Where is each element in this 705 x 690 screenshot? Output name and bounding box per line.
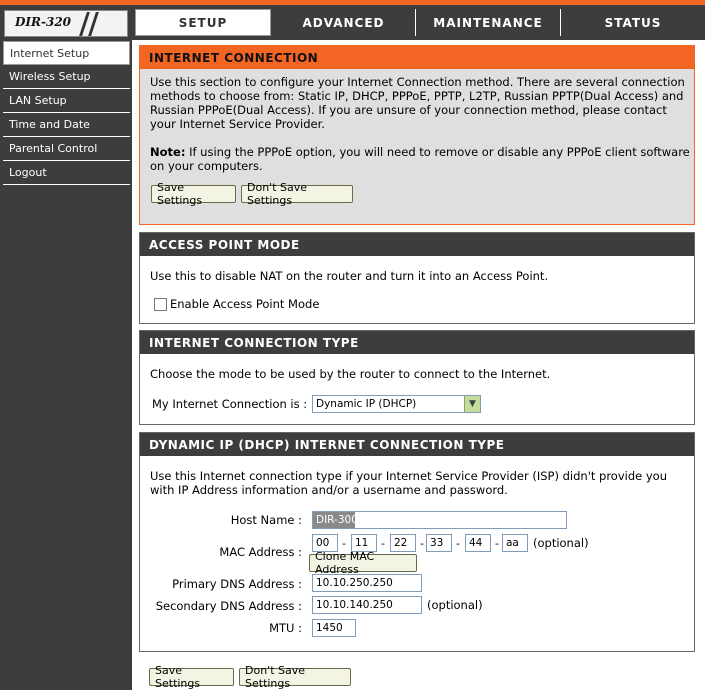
dhcp-panel: DYNAMIC IP (DHCP) INTERNET CONNECTION TY…	[139, 432, 695, 652]
logo-slash-2	[88, 12, 99, 36]
sidebar-item-label: LAN Setup	[9, 94, 67, 107]
bottom-save-settings-button[interactable]: Save Settings	[149, 664, 234, 690]
select-label: My Internet Connection is :	[152, 397, 308, 411]
panel-description: Use this to disable NAT on the router an…	[150, 269, 549, 283]
panel-title: INTERNET CONNECTION TYPE	[140, 331, 694, 354]
access-point-panel: ACCESS POINT MODE Use this to disable NA…	[139, 232, 695, 324]
tab-advanced[interactable]: ADVANCED	[272, 9, 415, 36]
mac-separator: -	[495, 537, 499, 550]
panel-description: Use this section to configure your Inter…	[150, 75, 685, 131]
save-settings-button[interactable]: Save Settings	[151, 181, 236, 207]
mac-octet-5[interactable]	[465, 534, 491, 552]
sidebar-item-label: Parental Control	[9, 142, 98, 155]
model-name: DIR-320	[15, 15, 72, 29]
sidebar-item-logout[interactable]: Logout	[3, 161, 130, 185]
mac-separator: -	[342, 537, 346, 550]
sidebar-item-wireless-setup[interactable]: Wireless Setup	[3, 65, 130, 89]
selected-value: Dynamic IP (DHCP)	[316, 398, 417, 410]
primary-dns-input[interactable]	[312, 574, 422, 592]
sidebar-item-label: Wireless Setup	[9, 70, 91, 83]
tab-setup[interactable]: SETUP	[135, 9, 271, 36]
checkbox-label: Enable Access Point Mode	[170, 297, 320, 311]
side-menu: Internet Setup Wireless Setup LAN Setup …	[3, 41, 130, 185]
internet-connection-panel: INTERNET CONNECTION Use this section to …	[139, 45, 695, 225]
sidebar-item-parental-control[interactable]: Parental Control	[3, 137, 130, 161]
note-label: Note:	[150, 145, 186, 159]
connection-type-select[interactable]: Dynamic IP (DHCP) ▼	[312, 395, 481, 413]
secondary-dns-input[interactable]	[312, 596, 422, 614]
primary-dns-label: Primary DNS Address :	[172, 577, 302, 591]
tab-status[interactable]: STATUS	[560, 9, 705, 36]
sidebar-item-label: Time and Date	[9, 118, 90, 131]
mac-separator: -	[456, 537, 460, 550]
panel-description: Choose the mode to be used by the router…	[150, 367, 551, 381]
sidebar-item-label: Internet Setup	[10, 46, 90, 60]
mac-separator: -	[420, 537, 424, 550]
panel-title: ACCESS POINT MODE	[140, 233, 694, 256]
panel-title: INTERNET CONNECTION	[140, 46, 694, 69]
bottom-dont-save-settings-button[interactable]: Don't Save Settings	[239, 664, 351, 690]
mac-address-label: MAC Address :	[219, 545, 302, 559]
mac-separator: -	[381, 537, 385, 550]
enable-access-point-checkbox[interactable]	[154, 298, 167, 311]
sidebar-item-internet-setup[interactable]: Internet Setup	[3, 41, 130, 65]
connection-type-panel: INTERNET CONNECTION TYPE Choose the mode…	[139, 330, 695, 425]
host-name-input[interactable]	[312, 511, 567, 529]
sidebar-item-label: Logout	[9, 166, 47, 179]
host-name-label: Host Name :	[230, 513, 302, 527]
secondary-dns-label: Secondary DNS Address :	[155, 599, 302, 613]
clone-mac-address-button[interactable]: Clone MAC Address	[309, 550, 417, 576]
mac-optional-label: (optional)	[533, 536, 589, 550]
chevron-down-icon[interactable]: ▼	[464, 396, 480, 412]
panel-title: DYNAMIC IP (DHCP) INTERNET CONNECTION TY…	[140, 433, 694, 456]
model-logo: DIR-320	[4, 10, 128, 37]
top-nav-tabs: SETUP ADVANCED MAINTENANCE STATUS	[132, 5, 705, 40]
mtu-input[interactable]	[312, 619, 356, 637]
dns-optional-label: (optional)	[427, 598, 483, 612]
panel-description: Use this Internet connection type if you…	[150, 469, 667, 497]
note-text: If using the PPPoE option, you will need…	[150, 145, 690, 173]
mac-octet-6[interactable]	[502, 534, 528, 552]
dont-save-settings-button[interactable]: Don't Save Settings	[241, 181, 353, 207]
pppoe-note: Note: If using the PPPoE option, you wil…	[150, 145, 690, 173]
mac-octet-4[interactable]	[426, 534, 452, 552]
sidebar-item-time-and-date[interactable]: Time and Date	[3, 113, 130, 137]
sidebar-item-lan-setup[interactable]: LAN Setup	[3, 89, 130, 113]
tab-maintenance[interactable]: MAINTENANCE	[415, 9, 560, 36]
left-sidebar: DIR-320 Internet Setup Wireless Setup LA…	[0, 5, 132, 690]
mtu-label: MTU :	[269, 621, 302, 635]
